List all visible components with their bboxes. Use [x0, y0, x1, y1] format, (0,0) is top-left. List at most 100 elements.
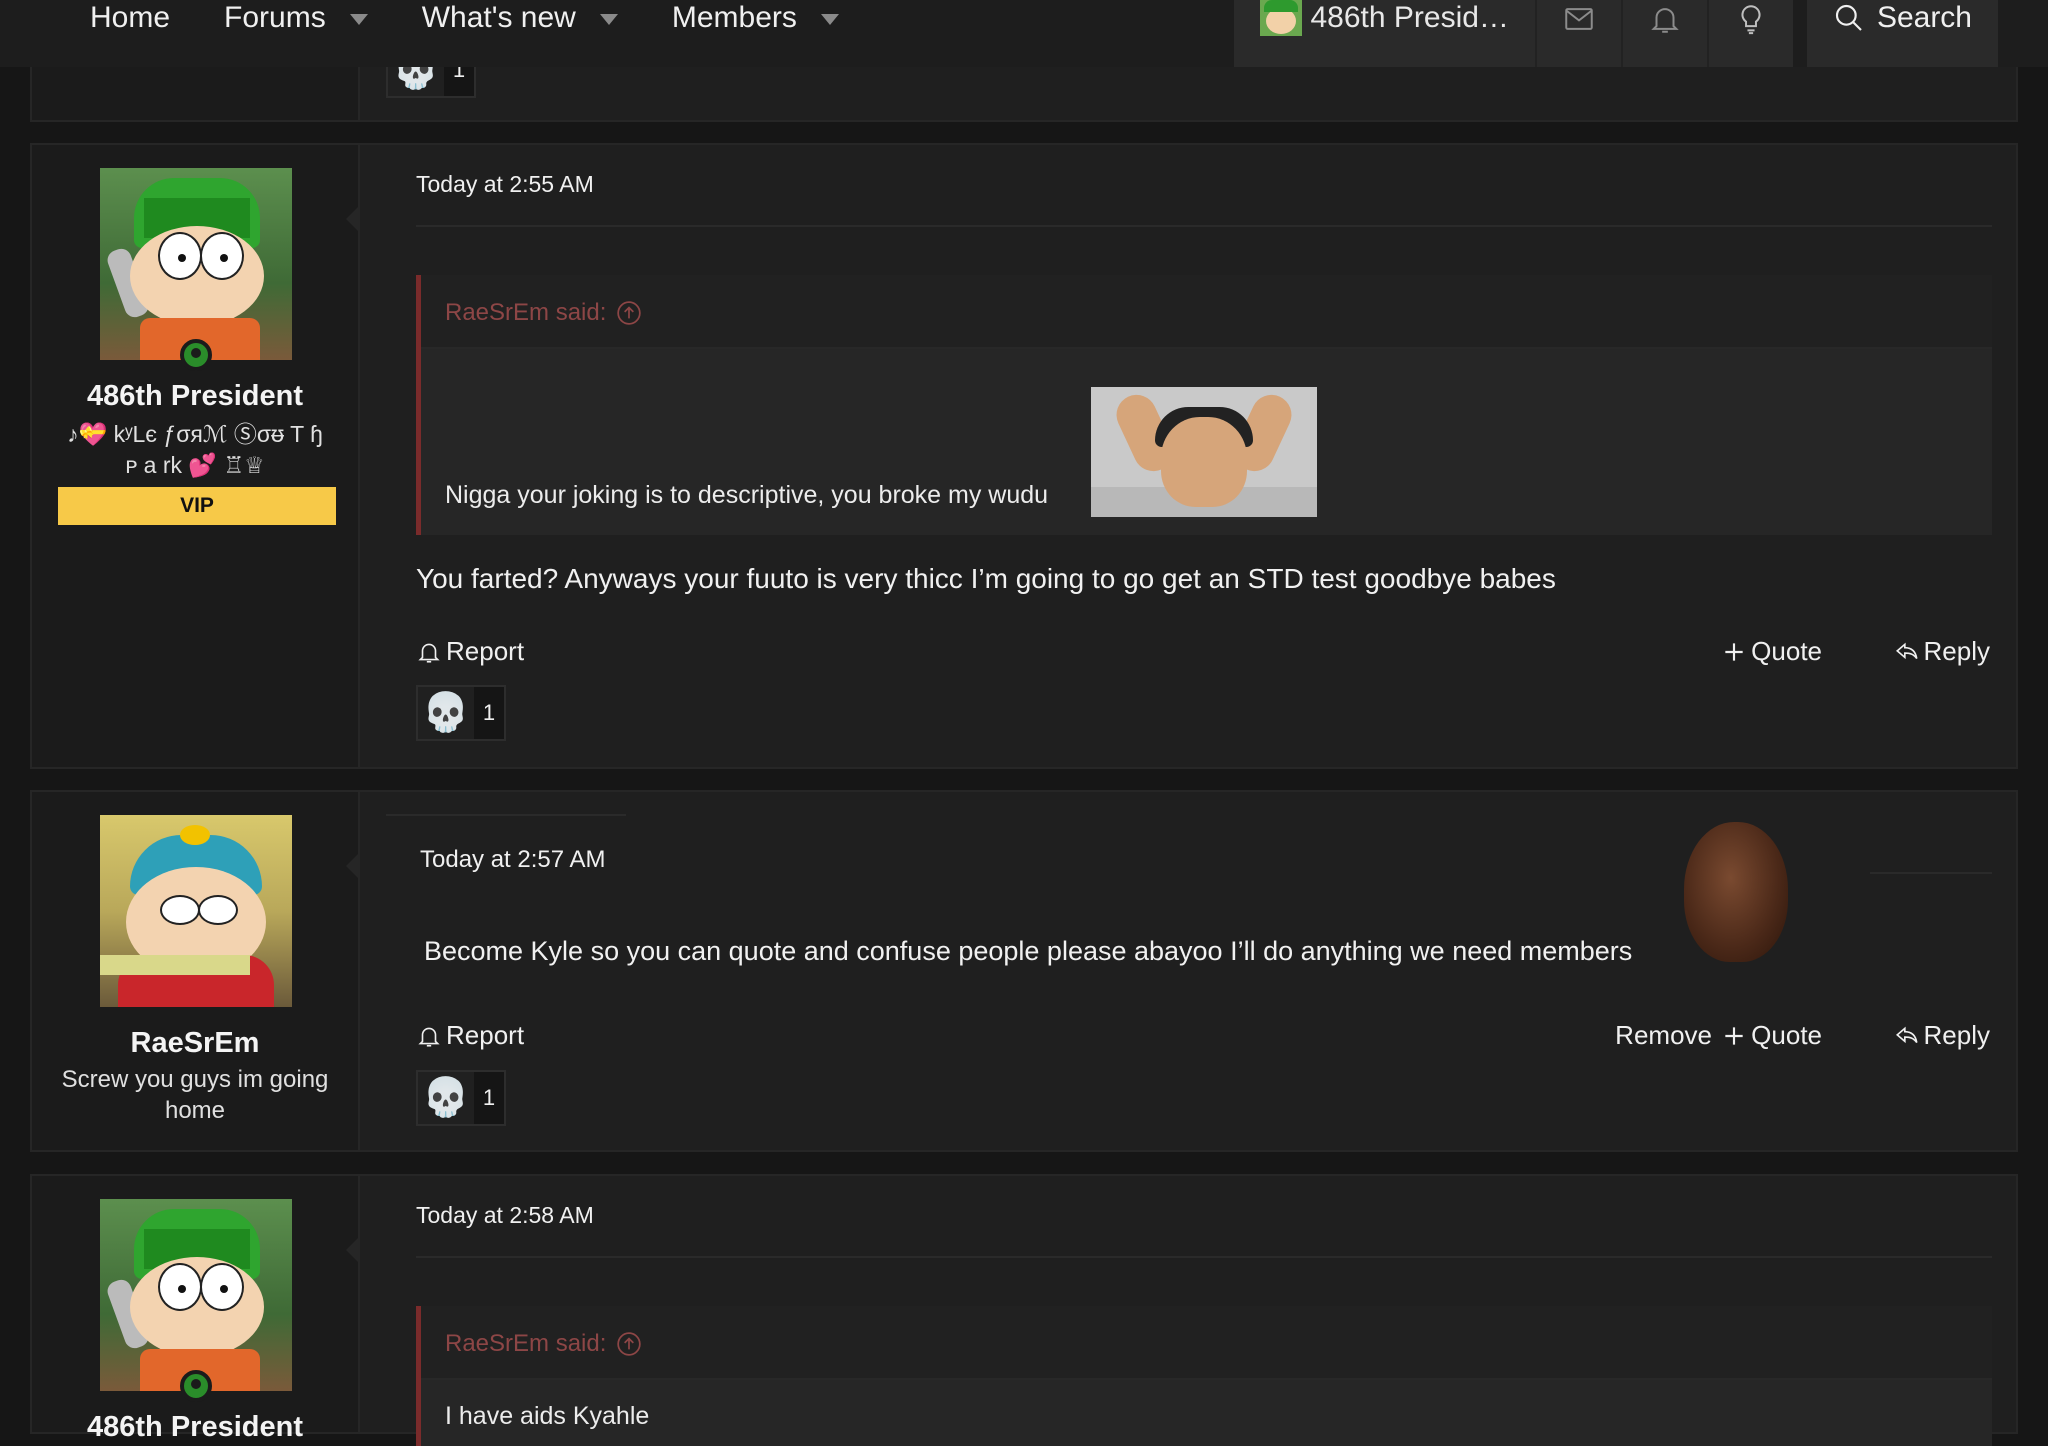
- report-button[interactable]: Report: [416, 636, 524, 667]
- envelope-icon: [1565, 8, 1593, 30]
- reaction-count: 1: [482, 1085, 496, 1110]
- skull-icon: 💀: [418, 1072, 474, 1124]
- nav-home[interactable]: Home: [90, 1, 170, 35]
- reply-button[interactable]: Reply: [1894, 1020, 1990, 1051]
- post-timestamp[interactable]: Today at 2:57 AM: [420, 846, 605, 874]
- post: 486th President ♪💝 kʸLє ƒσяℳ Ⓢσᵿ T ɧ ᴘ a…: [30, 143, 2018, 769]
- quote-author: RaeSrEm said:: [445, 299, 607, 326]
- bell-icon: [418, 1027, 440, 1047]
- divider: [386, 814, 626, 816]
- remove-label: Remove: [1615, 1020, 1712, 1050]
- reaction-count: 1: [482, 700, 496, 725]
- quote-header: RaeSrEm said:: [421, 275, 1992, 349]
- quote-author-link[interactable]: RaeSrEm said:: [445, 1330, 642, 1358]
- quote-button[interactable]: Quote: [1721, 636, 1822, 667]
- user-cell: 486th President: [32, 1176, 360, 1443]
- chevron-down-icon[interactable]: [820, 13, 839, 25]
- vip-badge: VIP: [58, 487, 336, 525]
- online-status-icon: [180, 1370, 212, 1402]
- avatar: [1260, 0, 1303, 36]
- whats-new-button[interactable]: [1706, 0, 1793, 67]
- divider: [1870, 872, 1992, 874]
- reply-label: Reply: [1923, 1020, 1990, 1050]
- bell-icon: [418, 643, 440, 663]
- search-icon: [1835, 4, 1862, 31]
- reply-icon: [1895, 642, 1918, 659]
- avatar[interactable]: [100, 168, 292, 360]
- post-body: You farted? Anyways your fuuto is very t…: [416, 563, 1556, 594]
- avatar[interactable]: [100, 815, 292, 1007]
- post: RaeSrEm Screw you guys im going home Tod…: [30, 790, 2018, 1152]
- arrow-up-circle-icon[interactable]: [616, 300, 642, 326]
- account-username: 486th Presid…: [1310, 1, 1509, 34]
- user-cell: RaeSrEm Screw you guys im going home: [32, 792, 360, 1150]
- search-button[interactable]: Search: [1806, 0, 1998, 67]
- divider: [416, 225, 1992, 227]
- post-content: Today at 2:57 AM Become Kyle so you can …: [386, 792, 1992, 1150]
- online-status-icon: [180, 339, 212, 371]
- username[interactable]: 486th President: [32, 380, 358, 413]
- post-content: Today at 2:55 AM RaeSrEm said: Nigga you…: [386, 145, 1992, 767]
- post-arrow: [346, 852, 360, 880]
- post-arrow: [346, 205, 360, 233]
- remove-button[interactable]: Remove: [1615, 1020, 1712, 1051]
- lightbulb-icon: [1741, 5, 1761, 35]
- reaction-summary[interactable]: 💀 1: [416, 1070, 506, 1126]
- quote-block: RaeSrEm said: Nigga your joking is to de…: [416, 275, 1992, 535]
- nav-whats-new[interactable]: What's new: [422, 1, 618, 35]
- user-title-line: ᴘ a rk 💕 ♖♕: [125, 452, 265, 478]
- bell-icon: [1651, 8, 1679, 33]
- chevron-down-icon[interactable]: [599, 13, 618, 25]
- post-timestamp[interactable]: Today at 2:55 AM: [416, 171, 594, 198]
- nav-whats-new-label: What's new: [421, 1, 576, 34]
- report-label: Report: [446, 1020, 525, 1050]
- arrow-up-circle-icon[interactable]: [616, 1331, 642, 1357]
- quote-text: Nigga your joking is to descriptive, you…: [445, 481, 1049, 509]
- quote-block: RaeSrEm said: I have aids Kyahle: [416, 1306, 1992, 1446]
- main-nav: Home Forums What's new Members: [90, 0, 893, 36]
- quote-label: Quote: [1751, 636, 1822, 666]
- report-button[interactable]: Report: [416, 1020, 524, 1051]
- reaction-summary[interactable]: 💀 1: [416, 685, 506, 741]
- user-cell: 486th President ♪💝 kʸLє ƒσяℳ Ⓢσᵿ T ɧ ᴘ a…: [32, 145, 360, 767]
- top-navigation-bar: Home Forums What's new Members 486th Pre…: [0, 0, 2048, 67]
- report-label: Report: [446, 636, 525, 666]
- nav-members-label: Members: [671, 1, 797, 34]
- user-title: ♪💝 kʸLє ƒσяℳ Ⓢσᵿ T ɧ ᴘ a rk 💕 ♖♕: [52, 419, 338, 481]
- divider: [416, 1256, 1992, 1258]
- plus-icon: [1725, 642, 1743, 661]
- conversations-button[interactable]: [1534, 0, 1621, 67]
- username[interactable]: RaeSrEm: [32, 1027, 358, 1060]
- crying-jordan-meme-image: [1676, 822, 1794, 968]
- search-label: Search: [1876, 1, 1972, 34]
- nav-forums-label: Forums: [224, 1, 326, 34]
- account-menu-button[interactable]: 486th Presid…: [1234, 0, 1535, 67]
- post: 486th President Today at 2:58 AM RaeSrEm…: [30, 1174, 2018, 1446]
- post-content: Today at 2:58 AM RaeSrEm said: I have ai…: [386, 1176, 1992, 1446]
- quote-header: RaeSrEm said:: [421, 1306, 1992, 1380]
- user-title-line: ♪💝 kʸLє ƒσяℳ Ⓢσᵿ T ɧ: [67, 421, 323, 447]
- nav-members[interactable]: Members: [672, 1, 839, 35]
- username[interactable]: 486th President: [32, 1411, 358, 1444]
- chevron-down-icon[interactable]: [349, 13, 368, 25]
- alerts-button[interactable]: [1620, 0, 1707, 67]
- post-body: Become Kyle so you can quote and confuse…: [424, 936, 1633, 966]
- nav-home-label: Home: [90, 1, 171, 34]
- quote-author: RaeSrEm said:: [445, 1330, 607, 1357]
- reply-button[interactable]: Reply: [1894, 636, 1990, 667]
- user-nav: 486th Presid… Search: [1234, 0, 1998, 67]
- quote-button[interactable]: Quote: [1721, 1020, 1822, 1051]
- quote-text: I have aids Kyahle: [445, 1402, 650, 1430]
- quote-label: Quote: [1751, 1020, 1822, 1050]
- reply-icon: [1895, 1026, 1918, 1043]
- quote-author-link[interactable]: RaeSrEm said:: [445, 299, 642, 327]
- post-arrow: [346, 1236, 360, 1264]
- plus-icon: [1725, 1026, 1743, 1045]
- reply-label: Reply: [1923, 636, 1990, 666]
- nav-forums[interactable]: Forums: [224, 1, 368, 35]
- user-title: Screw you guys im going home: [61, 1066, 329, 1124]
- jackie-chan-meme-image: [1091, 387, 1317, 517]
- post-timestamp[interactable]: Today at 2:58 AM: [416, 1202, 594, 1229]
- skull-icon: 💀: [418, 687, 474, 739]
- avatar[interactable]: [100, 1199, 292, 1391]
